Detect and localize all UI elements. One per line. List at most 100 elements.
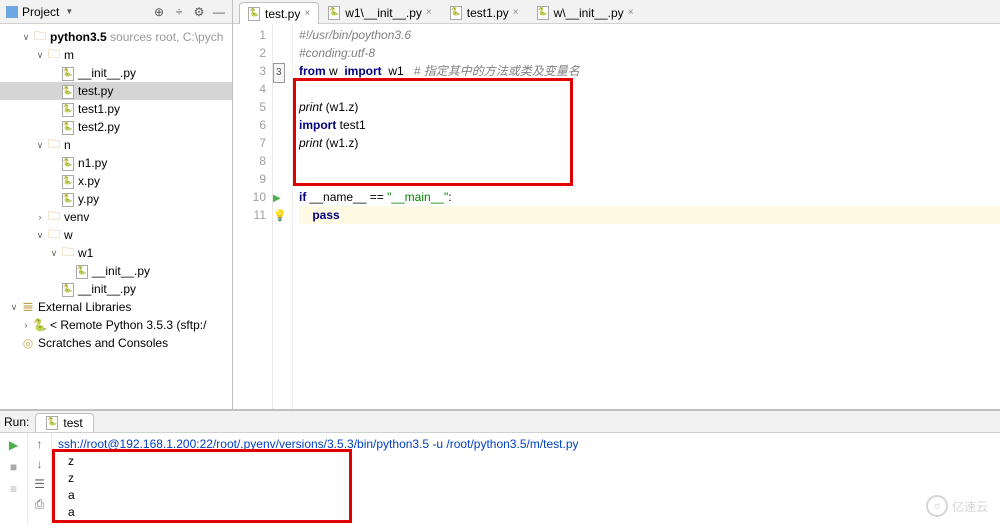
run-gutter-icon[interactable]: ▶ bbox=[273, 193, 281, 204]
tree-file[interactable]: › __init__.py bbox=[0, 262, 232, 280]
python-file-icon bbox=[248, 7, 261, 20]
tree-file[interactable]: ›n1.py bbox=[0, 154, 232, 172]
expand-arrow-icon[interactable]: › bbox=[48, 282, 60, 296]
expand-arrow-icon[interactable]: › bbox=[62, 264, 74, 278]
close-icon[interactable]: × bbox=[513, 7, 519, 18]
tree-file[interactable]: › y.py bbox=[0, 190, 232, 208]
external-libraries[interactable]: ∨ 𝌆 External Libraries bbox=[0, 298, 232, 316]
scroll-down-icon[interactable]: ↓ bbox=[37, 457, 43, 471]
wrap-icon[interactable]: ☰ bbox=[34, 477, 45, 491]
python-file-icon bbox=[328, 6, 341, 19]
expand-arrow-icon[interactable]: ∨ bbox=[34, 230, 46, 241]
expand-arrow-icon[interactable]: › bbox=[48, 102, 60, 116]
tree-folder[interactable]: ›🗀venv bbox=[0, 208, 232, 226]
tab-label: w\__init__.py bbox=[554, 6, 624, 20]
code-line[interactable]: #!/usr/bin/poython3.6 bbox=[299, 26, 1000, 44]
project-panel: Project ▼ ⊕ ÷ ⚙ — ∨ 🗀 python3.5 sources … bbox=[0, 0, 233, 409]
python-file-icon bbox=[537, 6, 550, 19]
pause-button[interactable]: ≡ bbox=[6, 481, 22, 497]
expand-arrow-icon[interactable]: › bbox=[48, 192, 60, 206]
inspection-marker[interactable]: 3 bbox=[273, 63, 285, 83]
tree-item-label: venv bbox=[62, 210, 89, 224]
python-file-icon bbox=[74, 264, 90, 278]
close-icon[interactable]: × bbox=[304, 8, 310, 19]
close-icon[interactable]: × bbox=[426, 7, 432, 18]
python-file-icon bbox=[60, 192, 76, 206]
expand-arrow-icon[interactable]: ∨ bbox=[34, 50, 46, 61]
run-config-tab[interactable]: test bbox=[35, 413, 93, 432]
python-file-icon bbox=[60, 156, 76, 170]
scratches[interactable]: › ◎ Scratches and Consoles bbox=[0, 334, 232, 352]
tree-file[interactable]: ›__init__.py bbox=[0, 280, 232, 298]
watermark: ಠ 亿速云 bbox=[926, 495, 988, 517]
print-icon[interactable]: ⎙ bbox=[35, 497, 45, 512]
target-icon[interactable]: ⊕ bbox=[152, 5, 166, 19]
collapse-icon[interactable]: ÷ bbox=[172, 5, 186, 19]
tree-item-label: m bbox=[62, 48, 74, 62]
expand-arrow-icon[interactable]: ∨ bbox=[8, 302, 20, 313]
project-dropdown[interactable]: Project ▼ bbox=[6, 5, 73, 19]
editor-tab[interactable]: test1.py× bbox=[441, 1, 528, 23]
tree-item-label: x.py bbox=[76, 174, 100, 188]
run-output[interactable]: ssh://root@192.168.1.200:22/root/.pyenv/… bbox=[52, 433, 1000, 525]
expand-arrow-icon[interactable]: › bbox=[20, 320, 32, 330]
tree-file[interactable]: › test1.py bbox=[0, 100, 232, 118]
expand-arrow-icon[interactable]: › bbox=[48, 66, 60, 80]
tree-root[interactable]: ∨ 🗀 python3.5 sources root, C:\pych bbox=[0, 28, 232, 46]
tree-item-label: test1.py bbox=[76, 102, 120, 116]
stop-button[interactable]: ■ bbox=[6, 459, 22, 475]
expand-arrow-icon[interactable]: › bbox=[34, 212, 46, 222]
folder-icon: 🗀 bbox=[32, 30, 48, 44]
tree-item-label: __init__.py bbox=[90, 264, 150, 278]
expand-arrow-icon[interactable]: › bbox=[48, 156, 60, 170]
tree-folder[interactable]: ∨🗀m bbox=[0, 46, 232, 64]
scroll-up-icon[interactable]: ↑ bbox=[37, 437, 43, 451]
tree-folder[interactable]: ∨🗀n bbox=[0, 136, 232, 154]
tree-folder[interactable]: ∨🗀w bbox=[0, 226, 232, 244]
chevron-down-icon: ▼ bbox=[65, 7, 73, 16]
expand-arrow-icon[interactable]: ∨ bbox=[20, 32, 32, 43]
tree-item-label: w1 bbox=[76, 246, 93, 260]
python-file-icon bbox=[60, 66, 76, 80]
python-file-icon bbox=[450, 6, 463, 19]
remote-python[interactable]: › 🐍 < Remote Python 3.5.3 (sftp:/ bbox=[0, 316, 232, 334]
editor-tabs: test.py×w1\__init__.py×test1.py×w\__init… bbox=[233, 0, 1000, 24]
close-icon[interactable]: × bbox=[628, 7, 634, 18]
folder-icon: 🗀 bbox=[46, 138, 62, 152]
code-line[interactable]: #conding:utf-8 bbox=[299, 44, 1000, 62]
editor-tab[interactable]: w1\__init__.py× bbox=[319, 1, 441, 23]
run-config-name: test bbox=[63, 416, 82, 430]
rerun-button[interactable]: ▶ bbox=[6, 437, 22, 453]
code-line[interactable]: pass bbox=[299, 206, 1000, 224]
tree-file[interactable]: ›__init__.py bbox=[0, 64, 232, 82]
editor-tab[interactable]: test.py × bbox=[239, 2, 319, 24]
run-panel-header: Run: test bbox=[0, 411, 1000, 433]
python-file-icon bbox=[60, 120, 76, 134]
hide-icon[interactable]: — bbox=[212, 5, 226, 19]
tree-file[interactable]: ›test2.py bbox=[0, 118, 232, 136]
libraries-icon: 𝌆 bbox=[20, 300, 36, 314]
python-file-icon bbox=[46, 416, 59, 429]
intention-bulb-icon[interactable]: 💡 bbox=[273, 210, 287, 222]
code-editor[interactable]: 1234567891011 3▶💡 #!/usr/bin/poython3.6#… bbox=[233, 24, 1000, 409]
tree-folder[interactable]: ∨🗀w1 bbox=[0, 244, 232, 262]
tree-file[interactable]: ›test.py bbox=[0, 82, 232, 100]
tree-item-label: y.py bbox=[76, 192, 99, 206]
tab-label: test.py bbox=[265, 7, 300, 21]
watermark-text: 亿速云 bbox=[952, 498, 988, 515]
python-file-icon bbox=[60, 282, 76, 296]
expand-arrow-icon[interactable]: › bbox=[48, 120, 60, 134]
folder-icon: 🗀 bbox=[46, 48, 62, 62]
highlight-box-code bbox=[293, 78, 573, 186]
editor-tab[interactable]: w\__init__.py × bbox=[528, 1, 643, 23]
gear-icon[interactable]: ⚙ bbox=[192, 5, 206, 19]
tree-file[interactable]: › x.py bbox=[0, 172, 232, 190]
expand-arrow-icon[interactable]: ∨ bbox=[48, 248, 60, 259]
run-toolbar: ▶ ■ ≡ bbox=[0, 433, 28, 525]
project-tree: ∨ 🗀 python3.5 sources root, C:\pych ∨🗀m›… bbox=[0, 24, 232, 356]
code-content[interactable]: #!/usr/bin/poython3.6#conding:utf-8from … bbox=[293, 24, 1000, 409]
expand-arrow-icon[interactable]: › bbox=[48, 84, 60, 98]
expand-arrow-icon[interactable]: ∨ bbox=[34, 140, 46, 151]
code-line[interactable]: if __name__ == "__main__": bbox=[299, 188, 1000, 206]
expand-arrow-icon[interactable]: › bbox=[48, 174, 60, 188]
